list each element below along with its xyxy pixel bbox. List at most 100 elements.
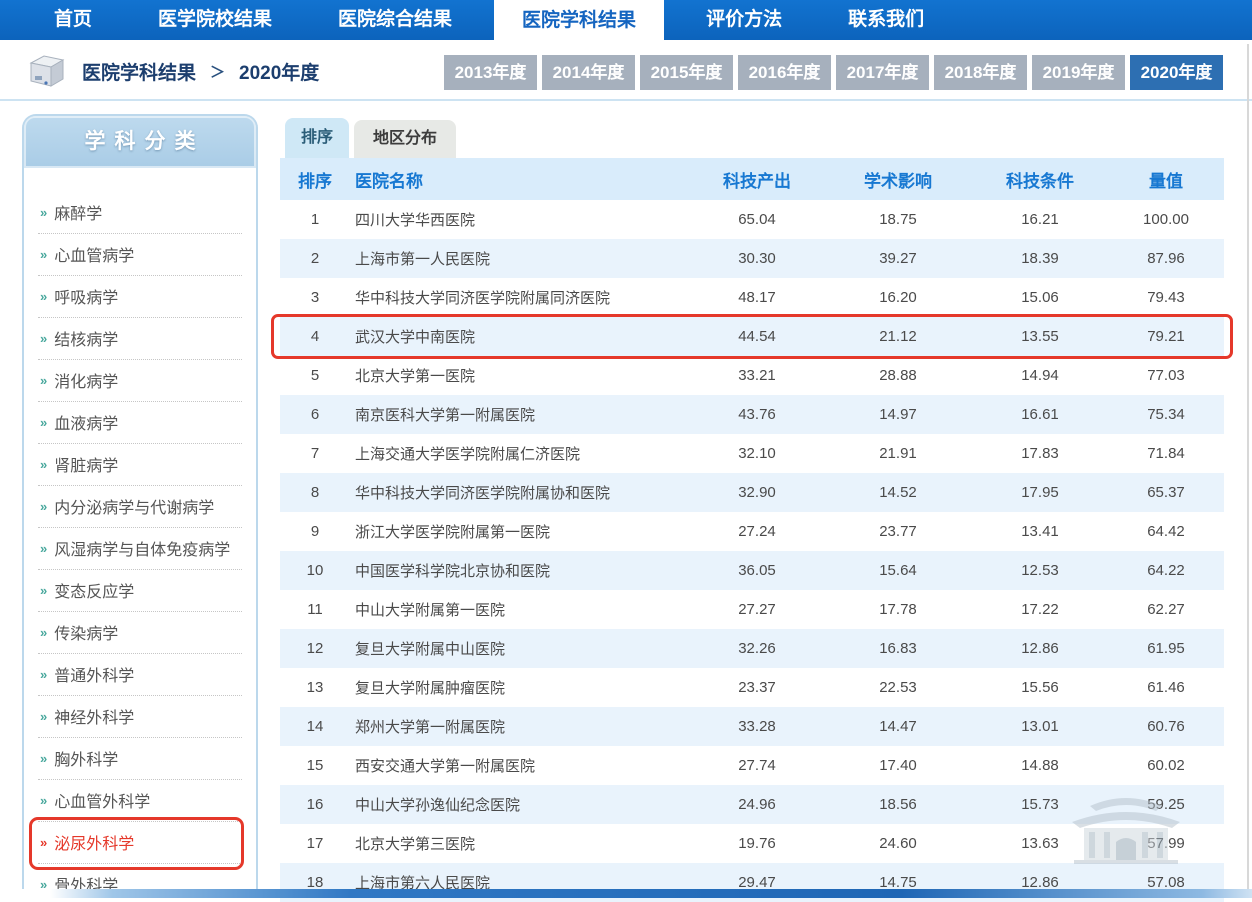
year-button[interactable]: 2017年度 xyxy=(836,55,929,90)
col-sci-output: 科技产出 xyxy=(690,167,824,192)
year-button[interactable]: 2013年度 xyxy=(444,55,537,90)
cell-academic-impact: 22.53 xyxy=(824,679,972,696)
col-rank: 排序 xyxy=(280,167,350,192)
cell-hospital-name: 武汉大学中南医院 xyxy=(350,326,690,347)
cell-sci-condition: 13.55 xyxy=(972,328,1108,345)
sidebar-item[interactable]: » 变态反应学 xyxy=(38,570,242,612)
cell-rank: 15 xyxy=(280,757,350,774)
cell-hospital-name: 中国医学科学院北京协和医院 xyxy=(350,560,690,581)
sidebar-item[interactable]: » 呼吸病学 xyxy=(38,276,242,318)
cell-hospital-name: 郑州大学第一附属医院 xyxy=(350,716,690,737)
sidebar-item-label: 普通外科学 xyxy=(54,662,134,686)
sidebar-item[interactable]: » 血液病学 xyxy=(38,402,242,444)
cell-academic-impact: 28.88 xyxy=(824,367,972,384)
cell-sci-condition: 12.86 xyxy=(972,640,1108,657)
cell-rank: 4 xyxy=(280,328,350,345)
cell-hospital-name: 华中科技大学同济医学院附属协和医院 xyxy=(350,482,690,503)
sidebar-item[interactable]: » 消化病学 xyxy=(38,360,242,402)
cell-score: 60.76 xyxy=(1108,718,1224,735)
sidebar-item[interactable]: » 心血管病学 xyxy=(38,234,242,276)
breadcrumb-section[interactable]: 医院学科结果 xyxy=(82,58,196,85)
cell-hospital-name: 上海交通大学医学院附属仁济医院 xyxy=(350,443,690,464)
cell-hospital-name: 复旦大学附属肿瘤医院 xyxy=(350,677,690,698)
cell-score: 64.42 xyxy=(1108,523,1224,540)
sidebar-item-label: 内分泌病学与代谢病学 xyxy=(54,494,214,518)
cell-hospital-name: 浙江大学医学院附属第一医院 xyxy=(350,521,690,542)
sidebar-item[interactable]: » 风湿病学与自体免疫病学 xyxy=(38,528,242,570)
cell-rank: 12 xyxy=(280,640,350,657)
table-row: 9 浙江大学医学院附属第一医院 27.24 23.77 13.41 64.42 xyxy=(280,512,1224,551)
cell-sci-output: 43.76 xyxy=(690,406,824,423)
sidebar-item[interactable]: » 泌尿外科学 xyxy=(38,822,242,864)
cell-rank: 8 xyxy=(280,484,350,501)
nav-tab[interactable]: 联系我们 xyxy=(824,0,948,40)
sidebar-item-label: 泌尿外科学 xyxy=(54,830,134,854)
col-score: 量值 xyxy=(1108,167,1224,192)
cell-hospital-name: 上海市第一人民医院 xyxy=(350,248,690,269)
cell-rank: 11 xyxy=(280,601,350,618)
table-row: 11 中山大学附属第一医院 27.27 17.78 17.22 62.27 xyxy=(280,590,1224,629)
table-row: 7 上海交通大学医学院附属仁济医院 32.10 21.91 17.83 71.8… xyxy=(280,434,1224,473)
tab-region-distribution[interactable]: 地区分布 xyxy=(354,120,456,158)
sidebar-item-label: 心血管病学 xyxy=(54,242,134,266)
cell-hospital-name: 西安交通大学第一附属医院 xyxy=(350,755,690,776)
cell-sci-condition: 15.06 xyxy=(972,289,1108,306)
nav-tab[interactable]: 评价方法 xyxy=(682,0,806,40)
sidebar-item[interactable]: » 普通外科学 xyxy=(38,654,242,696)
cell-academic-impact: 39.27 xyxy=(824,250,972,267)
sidebar-item[interactable]: » 骨外科学 xyxy=(38,864,242,890)
year-button[interactable]: 2014年度 xyxy=(542,55,635,90)
year-button[interactable]: 2016年度 xyxy=(738,55,831,90)
sidebar-item[interactable]: » 结核病学 xyxy=(38,318,242,360)
sidebar-item[interactable]: » 心血管外科学 xyxy=(38,780,242,822)
cell-academic-impact: 14.97 xyxy=(824,406,972,423)
table-row: 8 华中科技大学同济医学院附属协和医院 32.90 14.52 17.95 65… xyxy=(280,473,1224,512)
sidebar-item-label: 风湿病学与自体免疫病学 xyxy=(54,536,230,560)
cell-rank: 9 xyxy=(280,523,350,540)
year-button-active[interactable]: 2020年度 xyxy=(1130,55,1223,90)
year-button[interactable]: 2015年度 xyxy=(640,55,733,90)
cell-academic-impact: 14.47 xyxy=(824,718,972,735)
cell-sci-output: 32.26 xyxy=(690,640,824,657)
nav-tab-active[interactable]: 医院学科结果 xyxy=(494,0,664,48)
sidebar-item-label: 肾脏病学 xyxy=(54,452,118,476)
table-row: 4 武汉大学中南医院 44.54 21.12 13.55 79.21 xyxy=(280,317,1224,356)
nav-tab[interactable]: 医院综合结果 xyxy=(314,0,476,40)
breadcrumb: 医院学科结果 ＞ 2020年度 xyxy=(26,50,319,92)
sidebar-item-label: 麻醉学 xyxy=(54,200,102,224)
cell-score: 71.84 xyxy=(1108,445,1224,462)
sidebar-item[interactable]: » 肾脏病学 xyxy=(38,444,242,486)
sidebar-item[interactable]: » 胸外科学 xyxy=(38,738,242,780)
cell-sci-condition: 15.56 xyxy=(972,679,1108,696)
arrow-bullet-icon: » xyxy=(40,835,47,850)
cell-score: 75.34 xyxy=(1108,406,1224,423)
cell-sci-output: 23.37 xyxy=(690,679,824,696)
results-panel: 排序地区分布 排序 医院名称 科技产出 学术影响 科技条件 量值 1 四川大学华… xyxy=(280,118,1224,902)
arrow-bullet-icon: » xyxy=(40,415,47,430)
sidebar-item[interactable]: » 内分泌病学与代谢病学 xyxy=(38,486,242,528)
tab-ranking-active[interactable]: 排序 xyxy=(285,118,349,158)
cell-score: 64.22 xyxy=(1108,562,1224,579)
sidebar-item[interactable]: » 传染病学 xyxy=(38,612,242,654)
nav-tab[interactable]: 首页 xyxy=(30,0,116,40)
cell-hospital-name: 北京大学第三医院 xyxy=(350,833,690,854)
cell-academic-impact: 21.12 xyxy=(824,328,972,345)
scrollbar-track[interactable] xyxy=(1247,44,1249,889)
cell-hospital-name: 华中科技大学同济医学院附属同济医院 xyxy=(350,287,690,308)
sidebar-item[interactable]: » 麻醉学 xyxy=(38,192,242,234)
year-button[interactable]: 2019年度 xyxy=(1032,55,1125,90)
col-academic-impact: 学术影响 xyxy=(824,167,972,192)
col-sci-condition: 科技条件 xyxy=(972,167,1108,192)
cell-academic-impact: 23.77 xyxy=(824,523,972,540)
cell-score: 61.95 xyxy=(1108,640,1224,657)
cell-hospital-name: 北京大学第一医院 xyxy=(350,365,690,386)
sidebar-item-label: 结核病学 xyxy=(54,326,118,350)
sidebar-item[interactable]: » 神经外科学 xyxy=(38,696,242,738)
year-button[interactable]: 2018年度 xyxy=(934,55,1027,90)
sidebar-item-label: 血液病学 xyxy=(54,410,118,434)
nav-tab[interactable]: 医学院校结果 xyxy=(134,0,296,40)
cell-rank: 6 xyxy=(280,406,350,423)
cell-rank: 3 xyxy=(280,289,350,306)
arrow-bullet-icon: » xyxy=(40,625,47,640)
cell-score: 61.46 xyxy=(1108,679,1224,696)
